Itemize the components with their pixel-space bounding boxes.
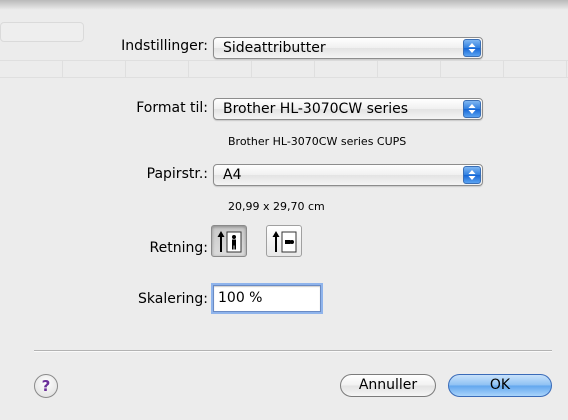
ghost-ruler bbox=[0, 60, 568, 78]
cancel-button[interactable]: Annuller bbox=[340, 374, 436, 397]
paper-popup[interactable]: A4 bbox=[213, 164, 483, 186]
paper-popup-value: A4 bbox=[223, 167, 242, 183]
format-label: Format til: bbox=[136, 100, 208, 116]
format-popup-value: Brother HL-3070CW series bbox=[223, 101, 409, 117]
landscape-orientation-icon bbox=[272, 231, 297, 253]
settings-popup-value: Sideattributter bbox=[223, 40, 326, 56]
scale-input[interactable]: 100 % bbox=[213, 285, 321, 312]
settings-popup[interactable]: Sideattributter bbox=[213, 37, 483, 59]
settings-label: Indstillinger: bbox=[121, 38, 208, 54]
format-popup[interactable]: Brother HL-3070CW series bbox=[213, 98, 483, 120]
divider bbox=[34, 350, 552, 352]
orientation-landscape-button[interactable] bbox=[266, 225, 302, 257]
format-driver-label: Brother HL-3070CW series CUPS bbox=[228, 135, 407, 148]
ok-button[interactable]: OK bbox=[448, 374, 552, 397]
settings-stepper-icon bbox=[463, 39, 481, 57]
paper-label: Papirstr.: bbox=[146, 166, 208, 182]
help-button[interactable]: ? bbox=[34, 374, 58, 398]
scale-label: Skalering: bbox=[138, 291, 208, 307]
orientation-portrait-button[interactable] bbox=[211, 225, 247, 257]
portrait-orientation-icon bbox=[217, 231, 242, 253]
paper-dimensions: 20,99 x 29,70 cm bbox=[228, 200, 325, 213]
window-top-shadow bbox=[0, 0, 568, 10]
paper-stepper-icon bbox=[463, 166, 481, 184]
orientation-label: Retning: bbox=[149, 240, 208, 256]
format-stepper-icon bbox=[463, 100, 481, 118]
